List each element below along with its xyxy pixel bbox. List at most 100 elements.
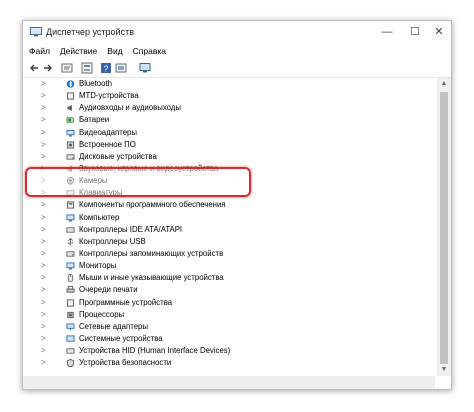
device-tree: > Bluetooth > MTD-устройства > Аудиовходы и… (23, 78, 435, 376)
device-manager-app-icon (30, 27, 42, 37)
expand-chevron-icon[interactable]: > (41, 90, 49, 102)
expand-chevron-icon[interactable]: > (41, 102, 49, 114)
expand-chevron-icon[interactable]: > (41, 260, 49, 272)
expand-chevron-icon[interactable]: > (41, 321, 49, 333)
menu-file[interactable]: Файл (23, 43, 55, 59)
tree-item-label: Компьютер (79, 212, 120, 222)
tree-item-label: Процессоры (79, 309, 125, 319)
software-device-icon (66, 298, 75, 307)
tree-item-label: Системные устройства (79, 333, 163, 343)
monitor-icon[interactable] (139, 62, 151, 74)
tree-item[interactable]: > Сетевые адаптеры (23, 321, 435, 333)
tree-item[interactable]: > Контроллеры запоминающих устройств (23, 248, 435, 260)
tree-item[interactable]: > Батареи (23, 114, 435, 126)
security-icon (66, 359, 75, 368)
software-icon (66, 201, 75, 209)
tree-item[interactable]: > Видеоадаптеры (23, 127, 435, 139)
expand-chevron-icon[interactable]: > (41, 78, 49, 90)
expand-chevron-icon[interactable]: > (41, 248, 49, 260)
expand-chevron-icon[interactable]: > (41, 127, 49, 139)
tree-item-label: Мониторы (79, 261, 117, 271)
network-icon (66, 323, 75, 331)
tree-item[interactable]: > MTD-устройства (23, 90, 435, 102)
svg-text:?: ? (104, 64, 109, 73)
close-button[interactable]: ✕ (425, 22, 451, 42)
mouse-icon (67, 274, 74, 283)
expand-chevron-icon[interactable]: > (41, 139, 49, 151)
vertical-scrollbar[interactable]: ▲ ▼ (437, 78, 451, 376)
tree-item[interactable]: > Устройства HID (Human Interface Devices… (23, 345, 435, 357)
menu-action[interactable]: Действие (55, 43, 102, 59)
firmware-icon (66, 141, 75, 149)
printer-icon (66, 286, 75, 294)
forward-arrow-icon[interactable] (42, 62, 54, 74)
computer-icon (66, 213, 75, 222)
expand-chevron-icon[interactable]: > (41, 357, 49, 369)
tree-item[interactable]: > Компьютер (23, 212, 435, 224)
back-arrow-icon[interactable] (28, 62, 40, 74)
storage-icon (66, 251, 75, 257)
cameras-highlight-annotation (25, 167, 251, 197)
expand-chevron-icon[interactable]: > (41, 224, 49, 236)
expand-chevron-icon[interactable]: > (41, 309, 49, 321)
tree-item-label: Программные устройства (79, 297, 173, 307)
expand-chevron-icon[interactable]: > (41, 212, 49, 224)
processor-icon (67, 311, 74, 318)
show-hide-icon[interactable] (81, 62, 93, 74)
tree-item-label: Батареи (79, 115, 110, 125)
expand-chevron-icon[interactable]: > (41, 236, 49, 248)
expand-chevron-icon[interactable]: > (41, 114, 49, 126)
tree-item[interactable]: > Процессоры (23, 309, 435, 321)
tree-item-label: Сетевые адаптеры (79, 321, 148, 331)
tree-item[interactable]: > Встроенное ПО (23, 139, 435, 151)
menu-view[interactable]: Вид (102, 43, 127, 59)
battery-icon (66, 117, 75, 124)
speaker-icon (67, 105, 72, 112)
tree-item[interactable]: > Контроллеры IDE ATA/ATAPI (23, 224, 435, 236)
expand-chevron-icon[interactable]: > (41, 199, 49, 211)
tree-item[interactable]: > Компоненты программного обеспечения (23, 199, 435, 211)
menu-help[interactable]: Справка (128, 43, 171, 59)
expand-chevron-icon[interactable]: > (41, 272, 49, 284)
tree-item-label: Аудиовходы и аудиовыходы (79, 103, 181, 113)
tree-item-label: MTD-устройства (79, 91, 139, 101)
tree-item[interactable]: > Программные устройства (23, 297, 435, 309)
properties-icon[interactable] (61, 62, 73, 74)
expand-chevron-icon[interactable]: > (41, 297, 49, 309)
tree-item[interactable]: > Системные устройства (23, 333, 435, 345)
tree-item[interactable]: > Устройства безопасности (23, 357, 435, 369)
tree-item[interactable]: > Мониторы (23, 260, 435, 272)
expand-chevron-icon[interactable]: > (41, 284, 49, 296)
tree-item-label: Очереди печати (79, 285, 138, 295)
tree-item-label: Контроллеры IDE ATA/ATAPI (79, 224, 183, 234)
tree-item[interactable]: > Bluetooth (23, 78, 435, 90)
menu-bar: Файл Действие Вид Справка (23, 43, 451, 59)
usb-icon (67, 237, 74, 246)
tree-item[interactable]: > Контроллеры USB (23, 236, 435, 248)
window-title: Диспетчер устройств (46, 27, 134, 37)
scroll-down-icon[interactable]: ▼ (437, 364, 451, 376)
expand-chevron-icon[interactable]: > (41, 333, 49, 345)
horizontal-scrollbar[interactable] (23, 376, 435, 389)
tree-item-label: Устройства HID (Human Interface Devices) (79, 346, 231, 356)
help-icon[interactable]: ? (100, 62, 112, 74)
tree-item-label: Устройства безопасности (79, 358, 172, 368)
tree-item-label: Мыши и иные указывающие устройства (79, 273, 224, 283)
scroll-thumb[interactable] (440, 92, 448, 364)
minimize-button[interactable]: — (373, 22, 401, 42)
tree-item-label: Компоненты программного обеспечения (79, 200, 226, 210)
expand-chevron-icon[interactable]: > (41, 151, 49, 163)
hid-icon (66, 348, 75, 354)
tree-item-label: Встроенное ПО (79, 139, 136, 149)
device-manager-window: Диспетчер устройств — ☐ ✕ Файл Действие Ви… (22, 20, 452, 390)
update-driver-icon[interactable] (115, 62, 127, 74)
tree-item[interactable]: > Очереди печати (23, 284, 435, 296)
scroll-up-icon[interactable]: ▲ (437, 78, 451, 90)
tree-item-label: Контроллеры USB (79, 236, 146, 246)
monitor-icon (66, 262, 75, 270)
tree-item[interactable]: > Аудиовходы и аудиовыходы (23, 102, 435, 114)
tree-item[interactable]: > Мыши и иные указывающие устройства (23, 272, 435, 284)
expand-chevron-icon[interactable]: > (41, 345, 49, 357)
ide-icon (66, 227, 75, 233)
tree-item[interactable]: > Дисковые устройства (23, 151, 435, 163)
